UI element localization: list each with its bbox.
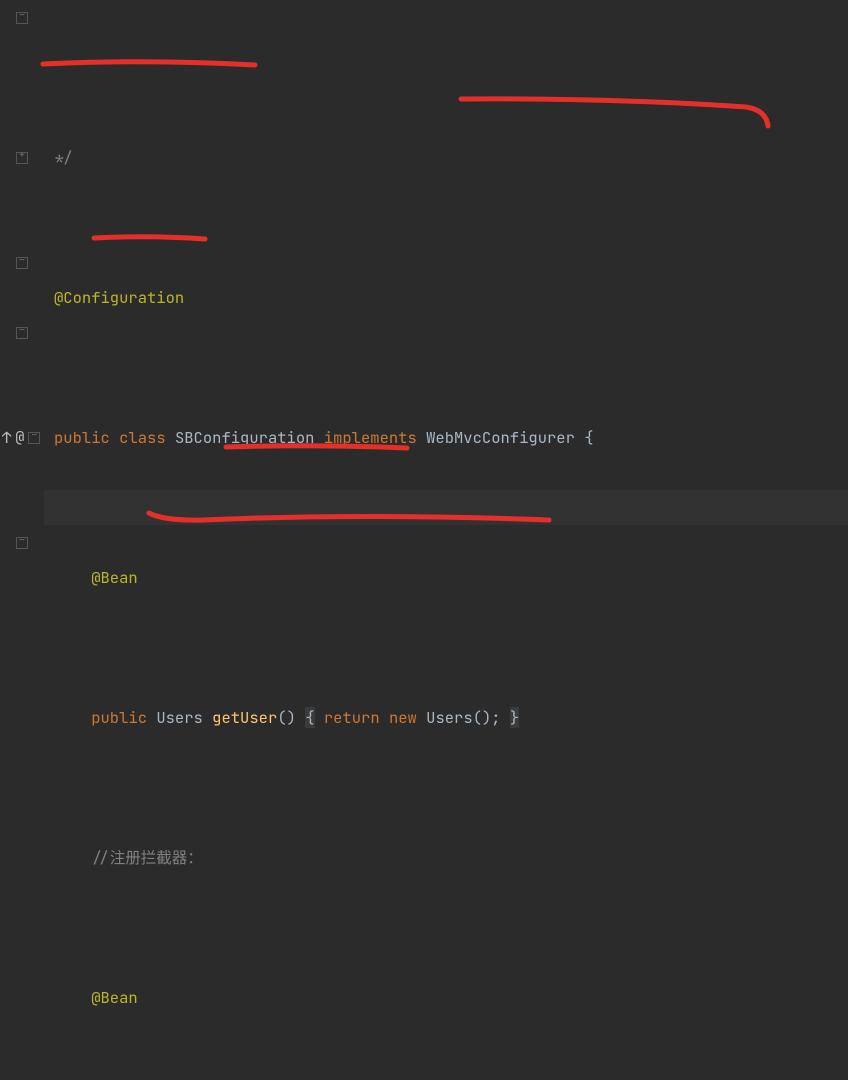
implements-up-icon: ↑ — [2, 420, 11, 455]
code-editor[interactable]: − + − − ↑ @ − − */ @Configuration public… — [0, 0, 848, 540]
code-line[interactable]: @Configuration — [54, 280, 848, 315]
comment-register: //注册拦截器： — [91, 847, 203, 868]
code-line[interactable]: */ — [54, 140, 848, 175]
red-underline-annotation — [90, 232, 210, 244]
red-underline-annotation — [40, 57, 260, 71]
red-underline-annotation — [144, 505, 554, 527]
gutter-override-marker[interactable]: ↑ @ − — [0, 420, 46, 455]
annotation-bean: @Bean — [91, 987, 138, 1008]
code-line[interactable]: public Users getUser() { return new User… — [54, 700, 848, 735]
code-line[interactable]: //注册拦截器： — [54, 840, 848, 875]
gutter-fold-close[interactable]: − — [0, 525, 44, 560]
gutter: − + − − ↑ @ − − — [0, 0, 44, 540]
gutter-fold-close[interactable]: − — [0, 0, 44, 35]
current-line-highlight — [44, 490, 848, 525]
comment-end: */ — [54, 147, 73, 168]
at-icon: @ — [15, 420, 24, 455]
code-line[interactable]: public class SBConfiguration implements … — [54, 420, 848, 455]
code-area[interactable]: */ @Configuration public class SBConfigu… — [44, 0, 848, 540]
gutter-fold-expand[interactable]: + — [0, 140, 44, 175]
gutter-fold-close[interactable]: − — [0, 245, 44, 280]
red-underline-annotation — [456, 92, 776, 132]
annotation-bean: @Bean — [91, 567, 138, 588]
code-line[interactable]: @Bean — [54, 980, 848, 1015]
annotation-configuration: @Configuration — [54, 287, 184, 308]
gutter-fold-close[interactable]: − — [0, 315, 44, 350]
code-line[interactable]: @Bean — [54, 560, 848, 595]
